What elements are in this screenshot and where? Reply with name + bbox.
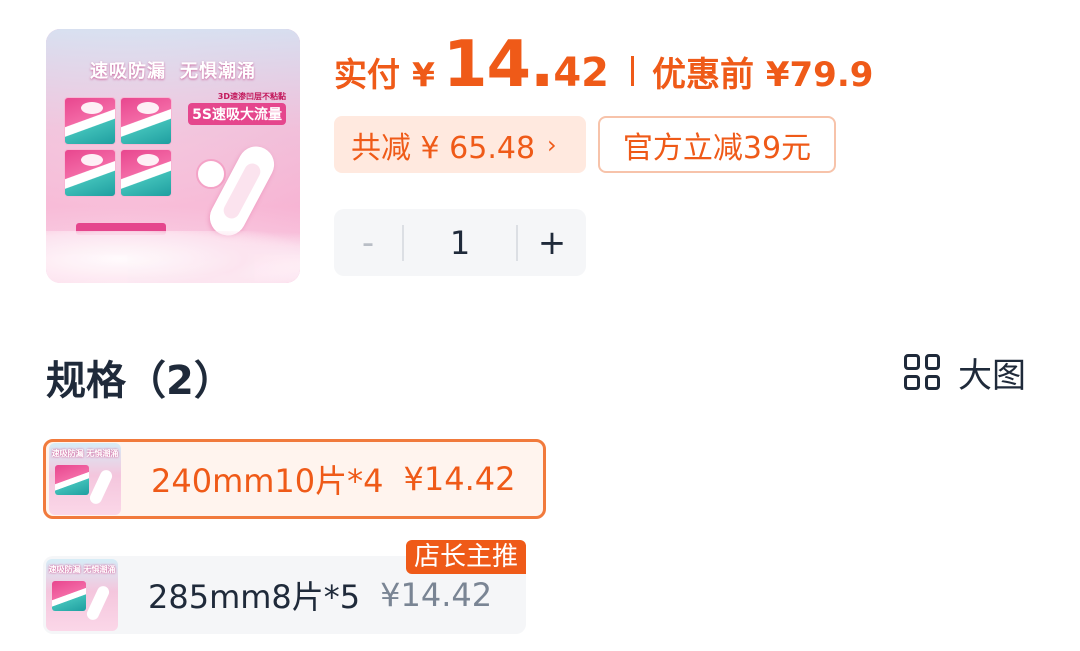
quantity-value[interactable]: 1 (404, 224, 516, 262)
increase-button[interactable]: + (518, 209, 586, 276)
cloud-decoration (46, 231, 300, 283)
big-view-button[interactable]: 大图 (904, 350, 1026, 396)
option-label: 240mm10片*4 (151, 462, 384, 500)
paid-price-decimal: 42 (553, 50, 610, 96)
spec-title: 规格（2） (46, 358, 234, 404)
option-price: ¥14.42 (380, 576, 493, 614)
price-divider (631, 56, 635, 86)
grid-view-icon (904, 354, 940, 390)
product-image[interactable]: 速吸防漏 无惧潮涌 3D速渗凹层不粘黏 5S速吸大流量 (46, 29, 300, 283)
paid-label: 实付 (334, 55, 400, 94)
option-thumbnail: 速吸防漏 无惧潮涌 (49, 443, 121, 515)
chevron-right-icon: › (547, 130, 557, 159)
product-headline-2: 无惧潮涌 (180, 61, 256, 82)
package-image (64, 149, 116, 197)
currency-symbol: ¥ (412, 55, 435, 94)
package-image (120, 149, 172, 197)
paid-price-integer: 14. (442, 28, 554, 102)
official-discount-label: 官方立减39元 (622, 130, 812, 166)
price-line: 实付 ¥ 14. 42 优惠前 ¥79.9 (334, 28, 873, 102)
total-discount-label: 共减 ¥ 65.48 (351, 130, 536, 166)
recommend-badge: 店长主推 (405, 540, 526, 574)
option-price: ¥14.42 (403, 460, 516, 498)
option-label: 285mm8片*5 (148, 578, 361, 616)
product-image-subtitle: 3D速渗凹层不粘黏 (217, 92, 286, 101)
quantity-stepper: - 1 + (334, 209, 586, 276)
product-image-tagline: 5S速吸大流量 (188, 103, 286, 125)
package-image (120, 97, 172, 145)
package-image (64, 97, 116, 145)
decrease-button[interactable]: - (334, 209, 402, 276)
sku-selector-panel: 速吸防漏 无惧潮涌 3D速渗凹层不粘黏 5S速吸大流量 实付 ¥ 14. 42 优… (0, 0, 1080, 651)
option-thumbnail-text: 速吸防漏 无惧潮涌 (48, 565, 116, 574)
spec-option-240mm[interactable]: 速吸防漏 无惧潮涌 240mm10片*4 ¥14.42 (43, 439, 546, 519)
absorb-icon (196, 159, 226, 189)
total-discount-chip[interactable]: 共减 ¥ 65.48 › (334, 116, 586, 173)
spec-option-285mm[interactable]: 速吸防漏 无惧潮涌 285mm8片*5 ¥14.42 店长主推 (43, 540, 526, 634)
official-discount-chip: 官方立减39元 (598, 116, 836, 173)
original-price: 优惠前 ¥79.9 (652, 55, 874, 95)
product-image-headline: 速吸防漏 无惧潮涌 (46, 57, 300, 83)
big-view-label: 大图 (958, 355, 1026, 396)
option-thumbnail: 速吸防漏 无惧潮涌 (46, 559, 118, 631)
product-headline-1: 速吸防漏 (90, 61, 166, 82)
option-thumbnail-text: 速吸防漏 无惧潮涌 (51, 449, 119, 458)
